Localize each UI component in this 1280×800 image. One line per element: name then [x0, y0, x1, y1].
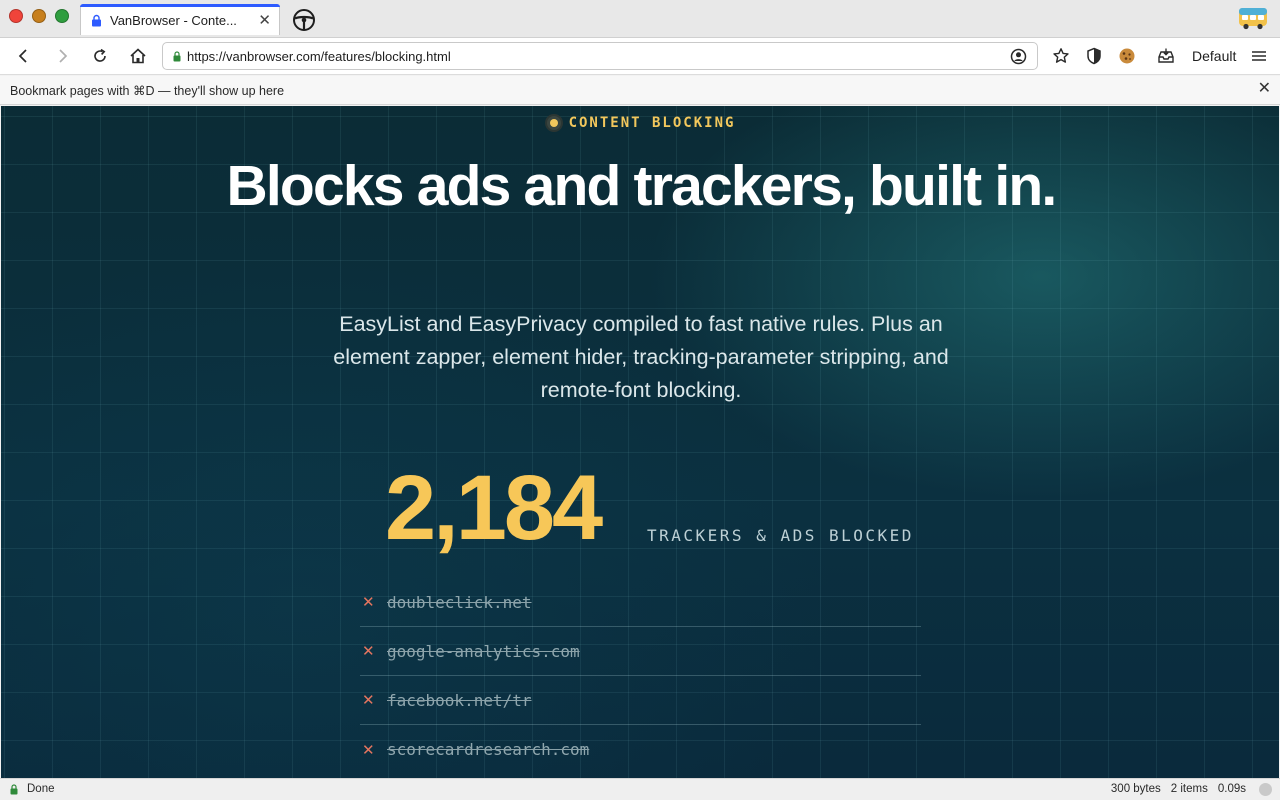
- blocked-x-icon: ✕: [362, 740, 375, 759]
- lock-icon: [92, 14, 101, 26]
- reload-button[interactable]: [89, 45, 111, 67]
- eyebrow-label: CONTENT BLOCKING: [568, 115, 736, 131]
- page-subhead: EasyList and EasyPrivacy compiled to fas…: [333, 312, 949, 402]
- bookmarks-bar: Bookmark pages with ⌘D — they'll show up…: [0, 76, 1280, 105]
- secure-lock-icon: [173, 50, 181, 61]
- blocked-domain-item: ✕ facebook.net/tr: [360, 676, 921, 725]
- forward-button[interactable]: [51, 45, 73, 67]
- inbox-download-icon[interactable]: [1156, 46, 1176, 66]
- tab-active[interactable]: VanBrowser - Conte... ✕: [80, 4, 280, 35]
- blocked-count-label: TRACKERS & ADS BLOCKED: [647, 526, 914, 545]
- blocked-domain: facebook.net/tr: [387, 690, 532, 710]
- blocked-domains-list: ✕ doubleclick.net ✕ google-analytics.com…: [360, 578, 921, 774]
- window-close-button[interactable]: [9, 9, 23, 23]
- tab-strip: VanBrowser - Conte... ✕: [0, 0, 1280, 38]
- item-count: 2 items: [1170, 783, 1208, 795]
- account-icon[interactable]: [1010, 48, 1027, 65]
- van-logo-icon[interactable]: [1238, 6, 1268, 30]
- address-bar[interactable]: https://vanbrowser.com/features/blocking…: [162, 42, 1038, 70]
- tab-close-button[interactable]: ✕: [258, 13, 271, 28]
- tab-title: VanBrowser - Conte...: [110, 12, 237, 28]
- blocked-domain-item: ✕ google-analytics.com: [360, 627, 921, 676]
- home-icon: [130, 48, 146, 64]
- chevron-right-icon: [59, 49, 68, 63]
- eyebrow-dot-icon: [544, 114, 563, 132]
- shield-icon[interactable]: [1084, 46, 1104, 66]
- status-bar: Done 300 bytes 2 items 0.09s: [0, 778, 1280, 800]
- blocked-domain: scorecardresearch.com: [387, 740, 590, 759]
- load-time: 0.09s: [1217, 783, 1246, 795]
- home-button[interactable]: [127, 45, 149, 67]
- blocked-x-icon: ✕: [362, 593, 375, 611]
- steering-wheel-icon[interactable]: [292, 8, 316, 32]
- blocked-domain-item: ✕ doubleclick.net: [360, 578, 921, 627]
- page-size: 300 bytes: [1110, 783, 1161, 795]
- bookmark-star-icon[interactable]: [1051, 46, 1071, 66]
- window-maximize-button[interactable]: [55, 9, 69, 23]
- back-button[interactable]: [13, 45, 35, 67]
- secure-lock-icon: [10, 784, 18, 795]
- reload-icon: [94, 48, 106, 62]
- blocked-domain-item: ✕ scorecardresearch.com: [360, 725, 921, 774]
- profile-label[interactable]: Default: [1192, 48, 1236, 64]
- blocked-domain: google-analytics.com: [387, 641, 580, 661]
- status-indicator-icon: [1259, 783, 1272, 796]
- blocked-x-icon: ✕: [362, 691, 375, 709]
- page-headline: Blocks ads and trackers, built in.: [226, 154, 1058, 218]
- window-minimize-button[interactable]: [32, 9, 46, 23]
- navigation-toolbar: https://vanbrowser.com/features/blocking…: [0, 38, 1280, 75]
- blocked-domain: doubleclick.net: [387, 592, 532, 612]
- blocked-count: 2,184: [385, 457, 603, 559]
- bookmarks-bar-close-button[interactable]: ✕: [1258, 81, 1271, 97]
- page-content: CONTENT BLOCKING Blocks ads and trackers…: [1, 106, 1279, 778]
- blocked-x-icon: ✕: [362, 642, 375, 660]
- eyebrow: CONTENT BLOCKING: [1, 114, 1279, 132]
- browser-window: VanBrowser - Conte... ✕ https://vanbrows…: [0, 0, 1280, 800]
- status-text: Done: [27, 783, 55, 795]
- url-text: https://vanbrowser.com/features/blocking…: [187, 48, 451, 64]
- bookmarks-hint: Bookmark pages with ⌘D — they'll show up…: [10, 84, 285, 98]
- menu-hamburger-icon[interactable]: [1249, 46, 1269, 66]
- chevron-left-icon: [18, 49, 27, 63]
- status-stats: 300 bytes 2 items 0.09s: [1111, 783, 1246, 795]
- cookie-icon[interactable]: [1117, 46, 1137, 66]
